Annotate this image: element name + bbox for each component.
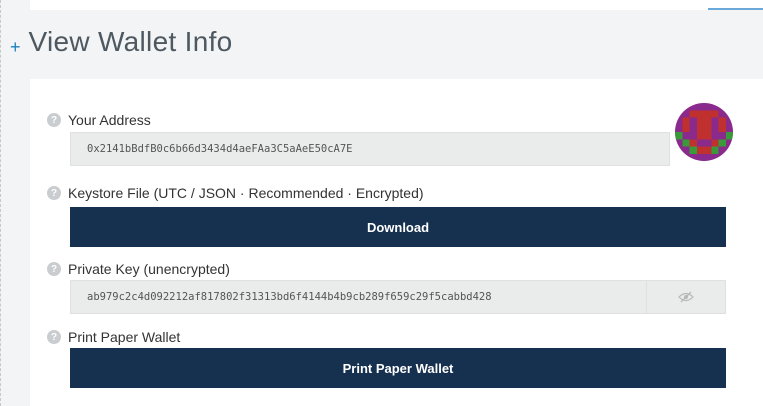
left-guide-border [0,0,2,406]
expand-plus-icon[interactable]: + [10,37,21,58]
address-field[interactable]: 0x2141bBdfB0c6b66d3434d4aeFAa3C5aAeE50cA… [70,132,670,166]
paper-wallet-label-row: ? Print Paper Wallet [47,329,180,345]
keystore-label-row: ? Keystore File (UTC / JSON · Recommende… [47,185,424,201]
private-key-field[interactable]: ab979c2c4d092212af817802f31313bd6f4144b4… [70,280,647,314]
private-key-value: ab979c2c4d092212af817802f31313bd6f4144b4… [87,291,492,303]
page-title: View Wallet Info [28,26,233,57]
print-paper-wallet-button[interactable]: Print Paper Wallet [70,348,726,388]
paper-wallet-label: Print Paper Wallet [68,329,181,345]
help-icon[interactable]: ? [47,113,61,127]
help-icon[interactable]: ? [47,262,61,276]
wallet-info-panel: ? Your Address 0x2141bBdfB0c6b66d3434d4a… [30,79,763,406]
address-label: Your Address [68,112,151,128]
private-key-label: Private Key (unencrypted) [68,261,230,277]
private-key-label-row: ? Private Key (unencrypted) [47,261,230,277]
section-heading[interactable]: + View Wallet Info [10,26,233,58]
address-value: 0x2141bBdfB0c6b66d3434d4aeFAa3C5aAeE50cA… [87,143,353,155]
top-accent-line [708,8,763,10]
identicon-avatar [675,103,733,161]
help-icon[interactable]: ? [47,330,61,344]
toggle-visibility-button[interactable] [646,280,726,314]
download-keystore-button[interactable]: Download [70,207,726,247]
eye-slash-icon [678,291,694,303]
address-label-row: ? Your Address [47,112,151,128]
help-icon[interactable]: ? [47,186,61,200]
top-strip [30,0,763,10]
keystore-label: Keystore File (UTC / JSON · Recommended … [68,185,424,201]
